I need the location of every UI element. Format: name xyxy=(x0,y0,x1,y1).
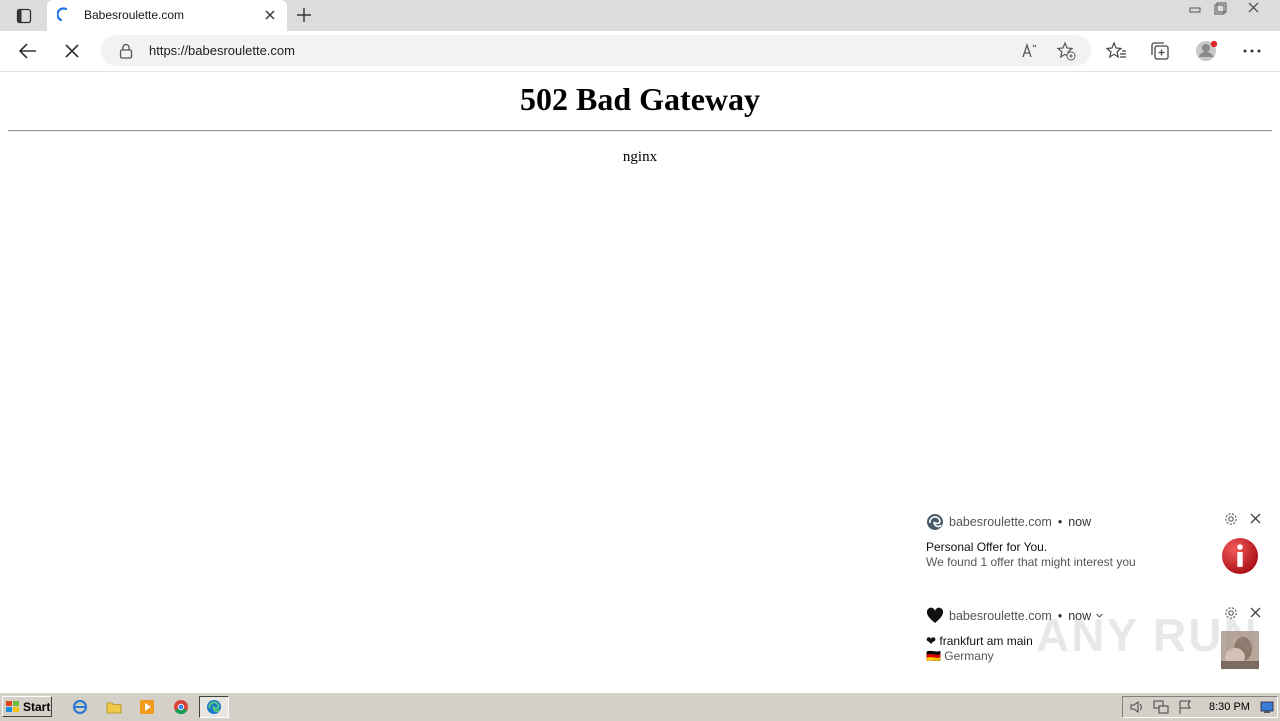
start-button[interactable]: Start xyxy=(2,696,52,717)
taskbar-edge-button[interactable] xyxy=(199,696,229,718)
loading-spinner-icon xyxy=(56,7,71,23)
clock: 8:30 PM xyxy=(1209,701,1250,713)
ellipsis-icon[interactable] xyxy=(1241,40,1263,62)
tab-strip: Babesroulette.com xyxy=(0,0,1280,31)
notification-title: Personal Offer for You. xyxy=(926,540,1048,554)
address-bar[interactable] xyxy=(101,35,1091,66)
notification-separator: • xyxy=(1057,515,1063,529)
read-aloud-icon[interactable] xyxy=(1021,42,1039,60)
favorites-list-icon[interactable] xyxy=(1105,40,1127,62)
network-icon[interactable] xyxy=(1153,699,1169,715)
notification-offer[interactable]: babesroulette.com • now Personal Offer f… xyxy=(911,505,1269,589)
close-icon[interactable] xyxy=(263,8,277,22)
notification-title: ❤ frankfurt am main xyxy=(926,634,1033,648)
edge-icon xyxy=(207,700,221,714)
url-input[interactable] xyxy=(149,40,1009,60)
heart-icon xyxy=(926,607,944,625)
server-name: nginx xyxy=(622,149,658,165)
window-close-icon[interactable] xyxy=(1242,0,1266,18)
chrome-icon[interactable] xyxy=(173,699,189,715)
browser-tab[interactable]: Babesroulette.com xyxy=(47,0,287,31)
internet-explorer-icon[interactable] xyxy=(72,699,88,715)
watermark: ANY RUN xyxy=(1036,609,1259,661)
notification-header: babesroulette.com • now xyxy=(926,513,1091,531)
media-player-icon[interactable] xyxy=(139,699,155,715)
info-icon xyxy=(1221,537,1259,575)
restore-icon[interactable] xyxy=(1208,0,1232,18)
notification-source: babesroulette.com xyxy=(949,515,1052,529)
divider xyxy=(8,130,1272,132)
lock-icon[interactable] xyxy=(119,43,133,59)
tab-title: Babesroulette.com xyxy=(84,8,185,22)
edge-icon xyxy=(926,513,944,531)
tab-actions-icon[interactable] xyxy=(10,6,38,26)
plus-icon[interactable] xyxy=(296,7,312,23)
flag-icon[interactable] xyxy=(1177,699,1193,715)
show-desktop-icon[interactable] xyxy=(1260,700,1276,716)
error-heading: 502 Bad Gateway xyxy=(520,81,760,117)
star-plus-icon[interactable] xyxy=(1056,41,1076,61)
notification-body: We found 1 offer that might interest you xyxy=(926,555,1136,569)
minimize-icon[interactable] xyxy=(1183,0,1207,18)
browser-toolbar xyxy=(0,31,1280,72)
windows-logo-icon xyxy=(6,700,19,712)
gear-icon[interactable] xyxy=(1223,511,1239,527)
notification-time: now xyxy=(1068,515,1092,529)
close-icon[interactable] xyxy=(1249,512,1262,525)
system-tray: 8:30 PM xyxy=(1122,696,1278,718)
start-label: Start xyxy=(23,699,51,714)
avatar-icon[interactable] xyxy=(1195,39,1218,61)
volume-icon[interactable] xyxy=(1129,699,1145,715)
stop-loading-icon[interactable] xyxy=(61,40,83,62)
notification-body: 🇩🇪 Germany xyxy=(926,649,994,663)
taskbar: Start 8:30 PM xyxy=(0,692,1280,721)
collections-icon[interactable] xyxy=(1149,40,1171,62)
arrow-left-icon[interactable] xyxy=(17,40,39,62)
folder-icon[interactable] xyxy=(106,699,122,715)
